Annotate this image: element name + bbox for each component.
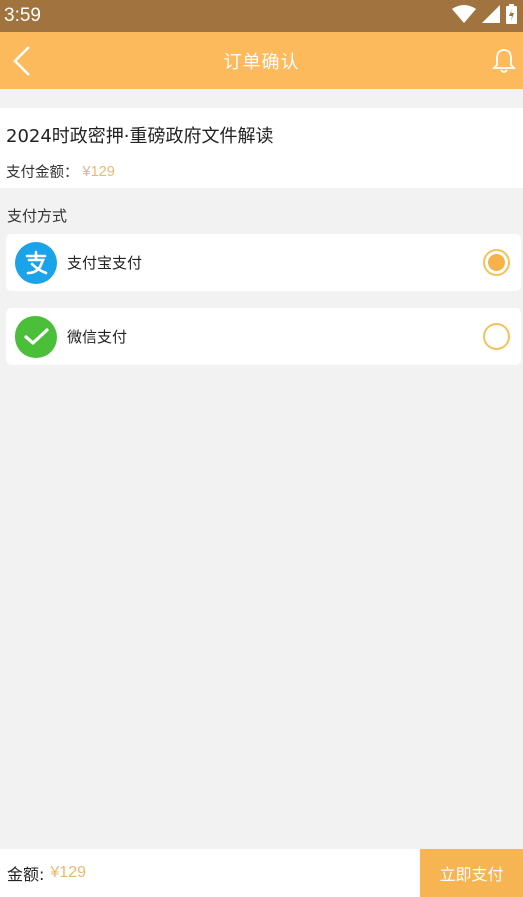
radio-unselected[interactable] xyxy=(483,323,510,350)
payment-option-wechat[interactable]: 微信支付 xyxy=(6,308,521,365)
header: 订单确认 xyxy=(0,32,523,89)
signal-icon xyxy=(482,5,500,27)
payment-option-label: 支付宝支付 xyxy=(67,254,143,272)
pay-now-button[interactable]: 立即支付 xyxy=(420,849,523,897)
alipay-icon xyxy=(15,241,57,284)
total-value: ¥129 xyxy=(50,864,86,881)
bell-icon[interactable] xyxy=(489,46,519,76)
status-bar: 3:59 xyxy=(0,0,523,32)
total-label: 金额: xyxy=(7,865,45,884)
payment-option-alipay[interactable]: 支付宝支付 xyxy=(6,234,521,291)
status-time: 3:59 xyxy=(4,5,41,26)
bottom-bar: 金额: ¥129 立即支付 xyxy=(0,849,523,897)
amount-label: 支付金额： xyxy=(6,165,79,181)
amount-row: 支付金额： ¥129 xyxy=(6,161,517,182)
wechat-pay-icon xyxy=(15,315,57,358)
payment-option-label: 微信支付 xyxy=(67,328,128,346)
radio-selected[interactable] xyxy=(483,249,510,276)
back-arrow-icon[interactable] xyxy=(8,44,36,78)
product-title: 2024时政密押·重磅政府文件解读 xyxy=(6,126,274,147)
product-card: 2024时政密押·重磅政府文件解读 支付金额： ¥129 xyxy=(0,108,523,188)
wifi-icon xyxy=(452,5,476,27)
payment-section-label: 支付方式 xyxy=(7,207,68,225)
radio-dot xyxy=(488,254,505,271)
page-title: 订单确认 xyxy=(223,51,300,73)
amount-value: ¥129 xyxy=(82,163,115,180)
battery-icon xyxy=(506,4,517,28)
status-icons xyxy=(452,4,517,28)
